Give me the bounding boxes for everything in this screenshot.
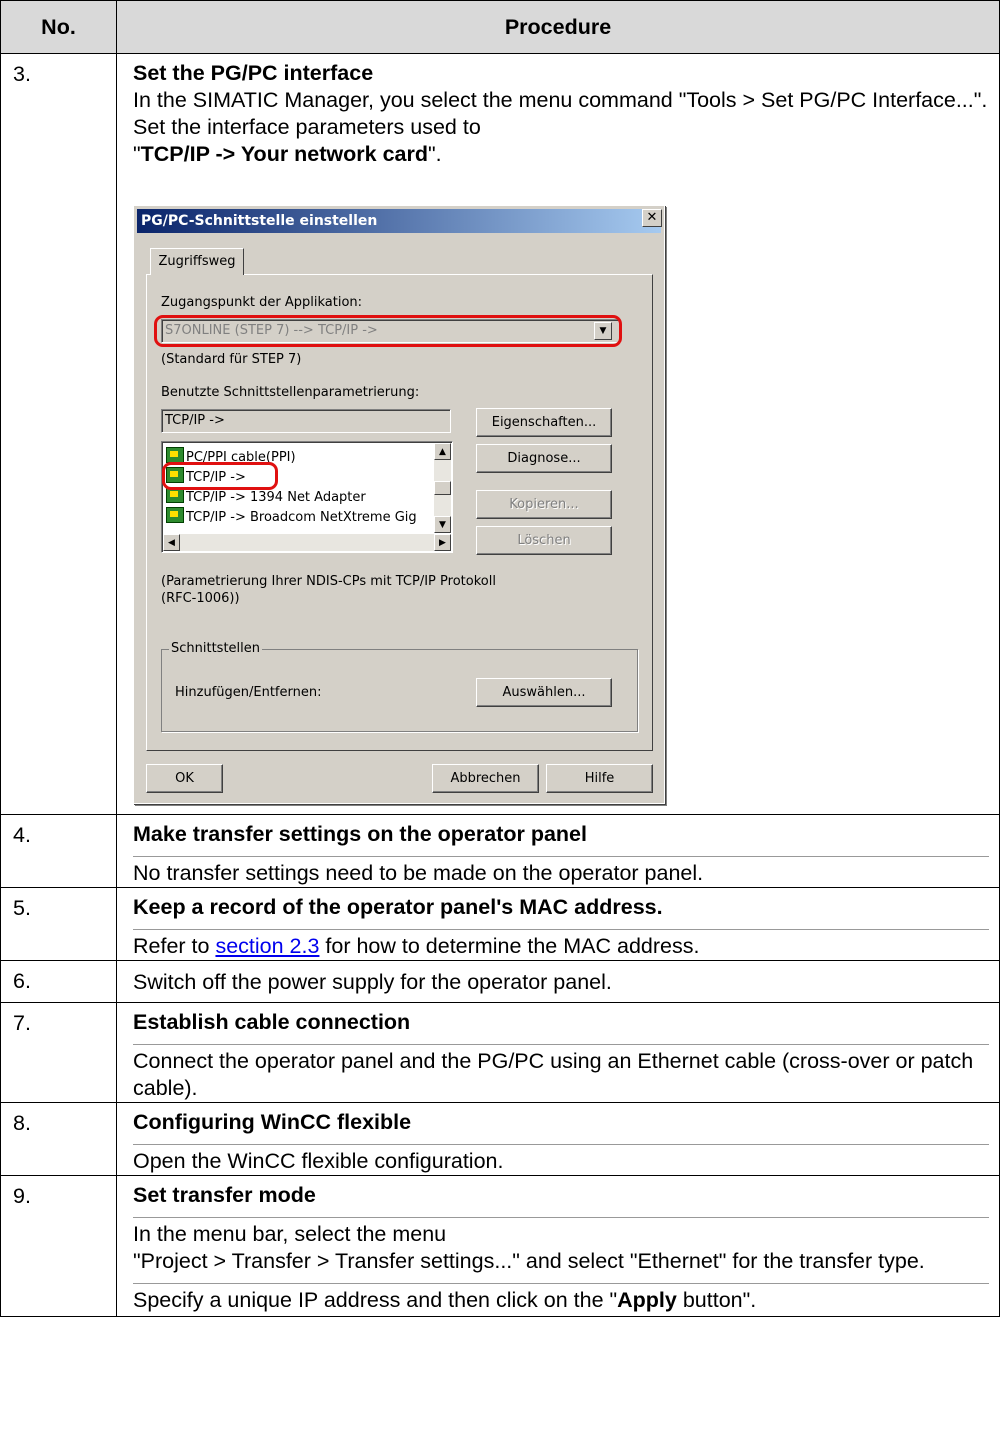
copy-button[interactable]: Kopieren... xyxy=(476,490,612,519)
scroll-down-icon[interactable]: ▼ xyxy=(434,516,451,533)
table-row: 9. Set transfer mode In the menu bar, se… xyxy=(0,1175,1000,1317)
list-horizontal-scrollbar[interactable]: ◀ ▶ xyxy=(163,534,451,551)
step-text: Specify a unique IP address and then cli… xyxy=(133,1283,989,1316)
step-title: Set the PG/PC interface xyxy=(133,61,374,85)
step-number: 8. xyxy=(13,1111,31,1135)
description-text: (Parametrierung Ihrer NDIS-CPs mit TCP/I… xyxy=(161,574,496,606)
table-row: 5. Keep a record of the operator panel's… xyxy=(0,887,1000,961)
step-text: Switch off the power supply for the oper… xyxy=(133,970,612,994)
diagnose-button[interactable]: Diagnose... xyxy=(476,444,612,473)
table-row: 7. Establish cable connection Connect th… xyxy=(0,1002,1000,1103)
scroll-right-icon[interactable]: ▶ xyxy=(434,534,451,551)
cancel-button[interactable]: Abbrechen xyxy=(432,764,539,793)
scroll-left-icon[interactable]: ◀ xyxy=(163,534,180,551)
delete-button[interactable]: Löschen xyxy=(476,526,612,555)
highlight-access-point xyxy=(154,315,622,347)
tab-zugriffsweg[interactable]: Zugriffsweg xyxy=(150,248,244,275)
section-link[interactable]: section 2.3 xyxy=(215,934,319,958)
access-point-hint: (Standard für STEP 7) xyxy=(161,352,302,367)
step-number: 3. xyxy=(13,62,31,86)
list-vertical-scrollbar[interactable]: ▲ ▼ xyxy=(434,443,451,533)
step-title: Make transfer settings on the operator p… xyxy=(133,822,587,846)
add-remove-label: Hinzufügen/Entfernen: xyxy=(175,685,322,700)
step-text: Set the interface parameters used to xyxy=(133,115,481,139)
properties-button[interactable]: Eigenschaften... xyxy=(476,408,612,437)
step-text: In the menu bar, select the menu xyxy=(133,1222,447,1246)
param-label: Benutzte Schnittstellenparametrierung: xyxy=(161,385,420,400)
table-header-row: No. Procedure xyxy=(0,0,1000,54)
network-card-icon xyxy=(166,447,184,463)
interface-list[interactable]: PC/PPI cable(PPI) TCP/IP -> TCP/IP -> 13… xyxy=(161,441,453,553)
group-title: Schnittstellen xyxy=(169,641,263,656)
access-point-label: Zugangspunkt der Applikation: xyxy=(161,295,363,310)
ok-button[interactable]: OK xyxy=(146,764,223,793)
column-header-procedure: Procedure xyxy=(116,0,1000,54)
table-row: 3. Set the PG/PC interface In the SIMATI… xyxy=(0,53,1000,815)
step-text: Connect the operator panel and the PG/PC… xyxy=(133,1044,989,1102)
close-icon[interactable]: ✕ xyxy=(642,209,662,227)
table-row: 8. Configuring WinCC flexible Open the W… xyxy=(0,1102,1000,1176)
step-text: "TCP/IP -> Your network card". xyxy=(133,142,442,166)
list-item[interactable]: TCP/IP -> 1394 Net Adapter xyxy=(166,487,366,507)
highlight-tcpip xyxy=(162,462,278,490)
column-header-no: No. xyxy=(0,0,117,54)
step-title: Establish cable connection xyxy=(133,1010,411,1034)
step-text: In the SIMATIC Manager, you select the m… xyxy=(133,88,988,112)
scroll-up-icon[interactable]: ▲ xyxy=(434,443,451,460)
step-number: 6. xyxy=(13,969,31,993)
network-card-icon xyxy=(166,507,184,523)
step-number: 5. xyxy=(13,896,31,920)
step-number: 7. xyxy=(13,1011,31,1035)
step-number: 4. xyxy=(13,823,31,847)
step-text: Refer to section 2.3 for how to determin… xyxy=(133,929,989,960)
dialog-title: PG/PC-Schnittstelle einstellen xyxy=(137,209,661,233)
pgpc-dialog: PG/PC-Schnittstelle einstellen ✕ Zugriff… xyxy=(133,205,665,804)
list-item[interactable]: TCP/IP -> Broadcom NetXtreme Gig xyxy=(166,507,417,527)
param-field[interactable]: TCP/IP -> xyxy=(161,409,451,433)
step-text: No transfer settings need to be made on … xyxy=(133,856,989,887)
procedure-table: No. Procedure 3. Set the PG/PC interface… xyxy=(0,0,1000,1317)
step-text: "Project > Transfer > Transfer settings.… xyxy=(133,1249,925,1273)
step-number: 9. xyxy=(13,1184,31,1208)
table-row: 6. Switch off the power supply for the o… xyxy=(0,960,1000,1003)
help-button[interactable]: Hilfe xyxy=(546,764,653,793)
step-title: Keep a record of the operator panel's MA… xyxy=(133,895,663,919)
table-row: 4. Make transfer settings on the operato… xyxy=(0,814,1000,888)
scroll-thumb[interactable] xyxy=(434,481,451,495)
select-button[interactable]: Auswählen... xyxy=(476,678,612,707)
step-title: Set transfer mode xyxy=(133,1183,316,1207)
step-title: Configuring WinCC flexible xyxy=(133,1110,412,1134)
step-text: Open the WinCC flexible configuration. xyxy=(133,1144,989,1175)
